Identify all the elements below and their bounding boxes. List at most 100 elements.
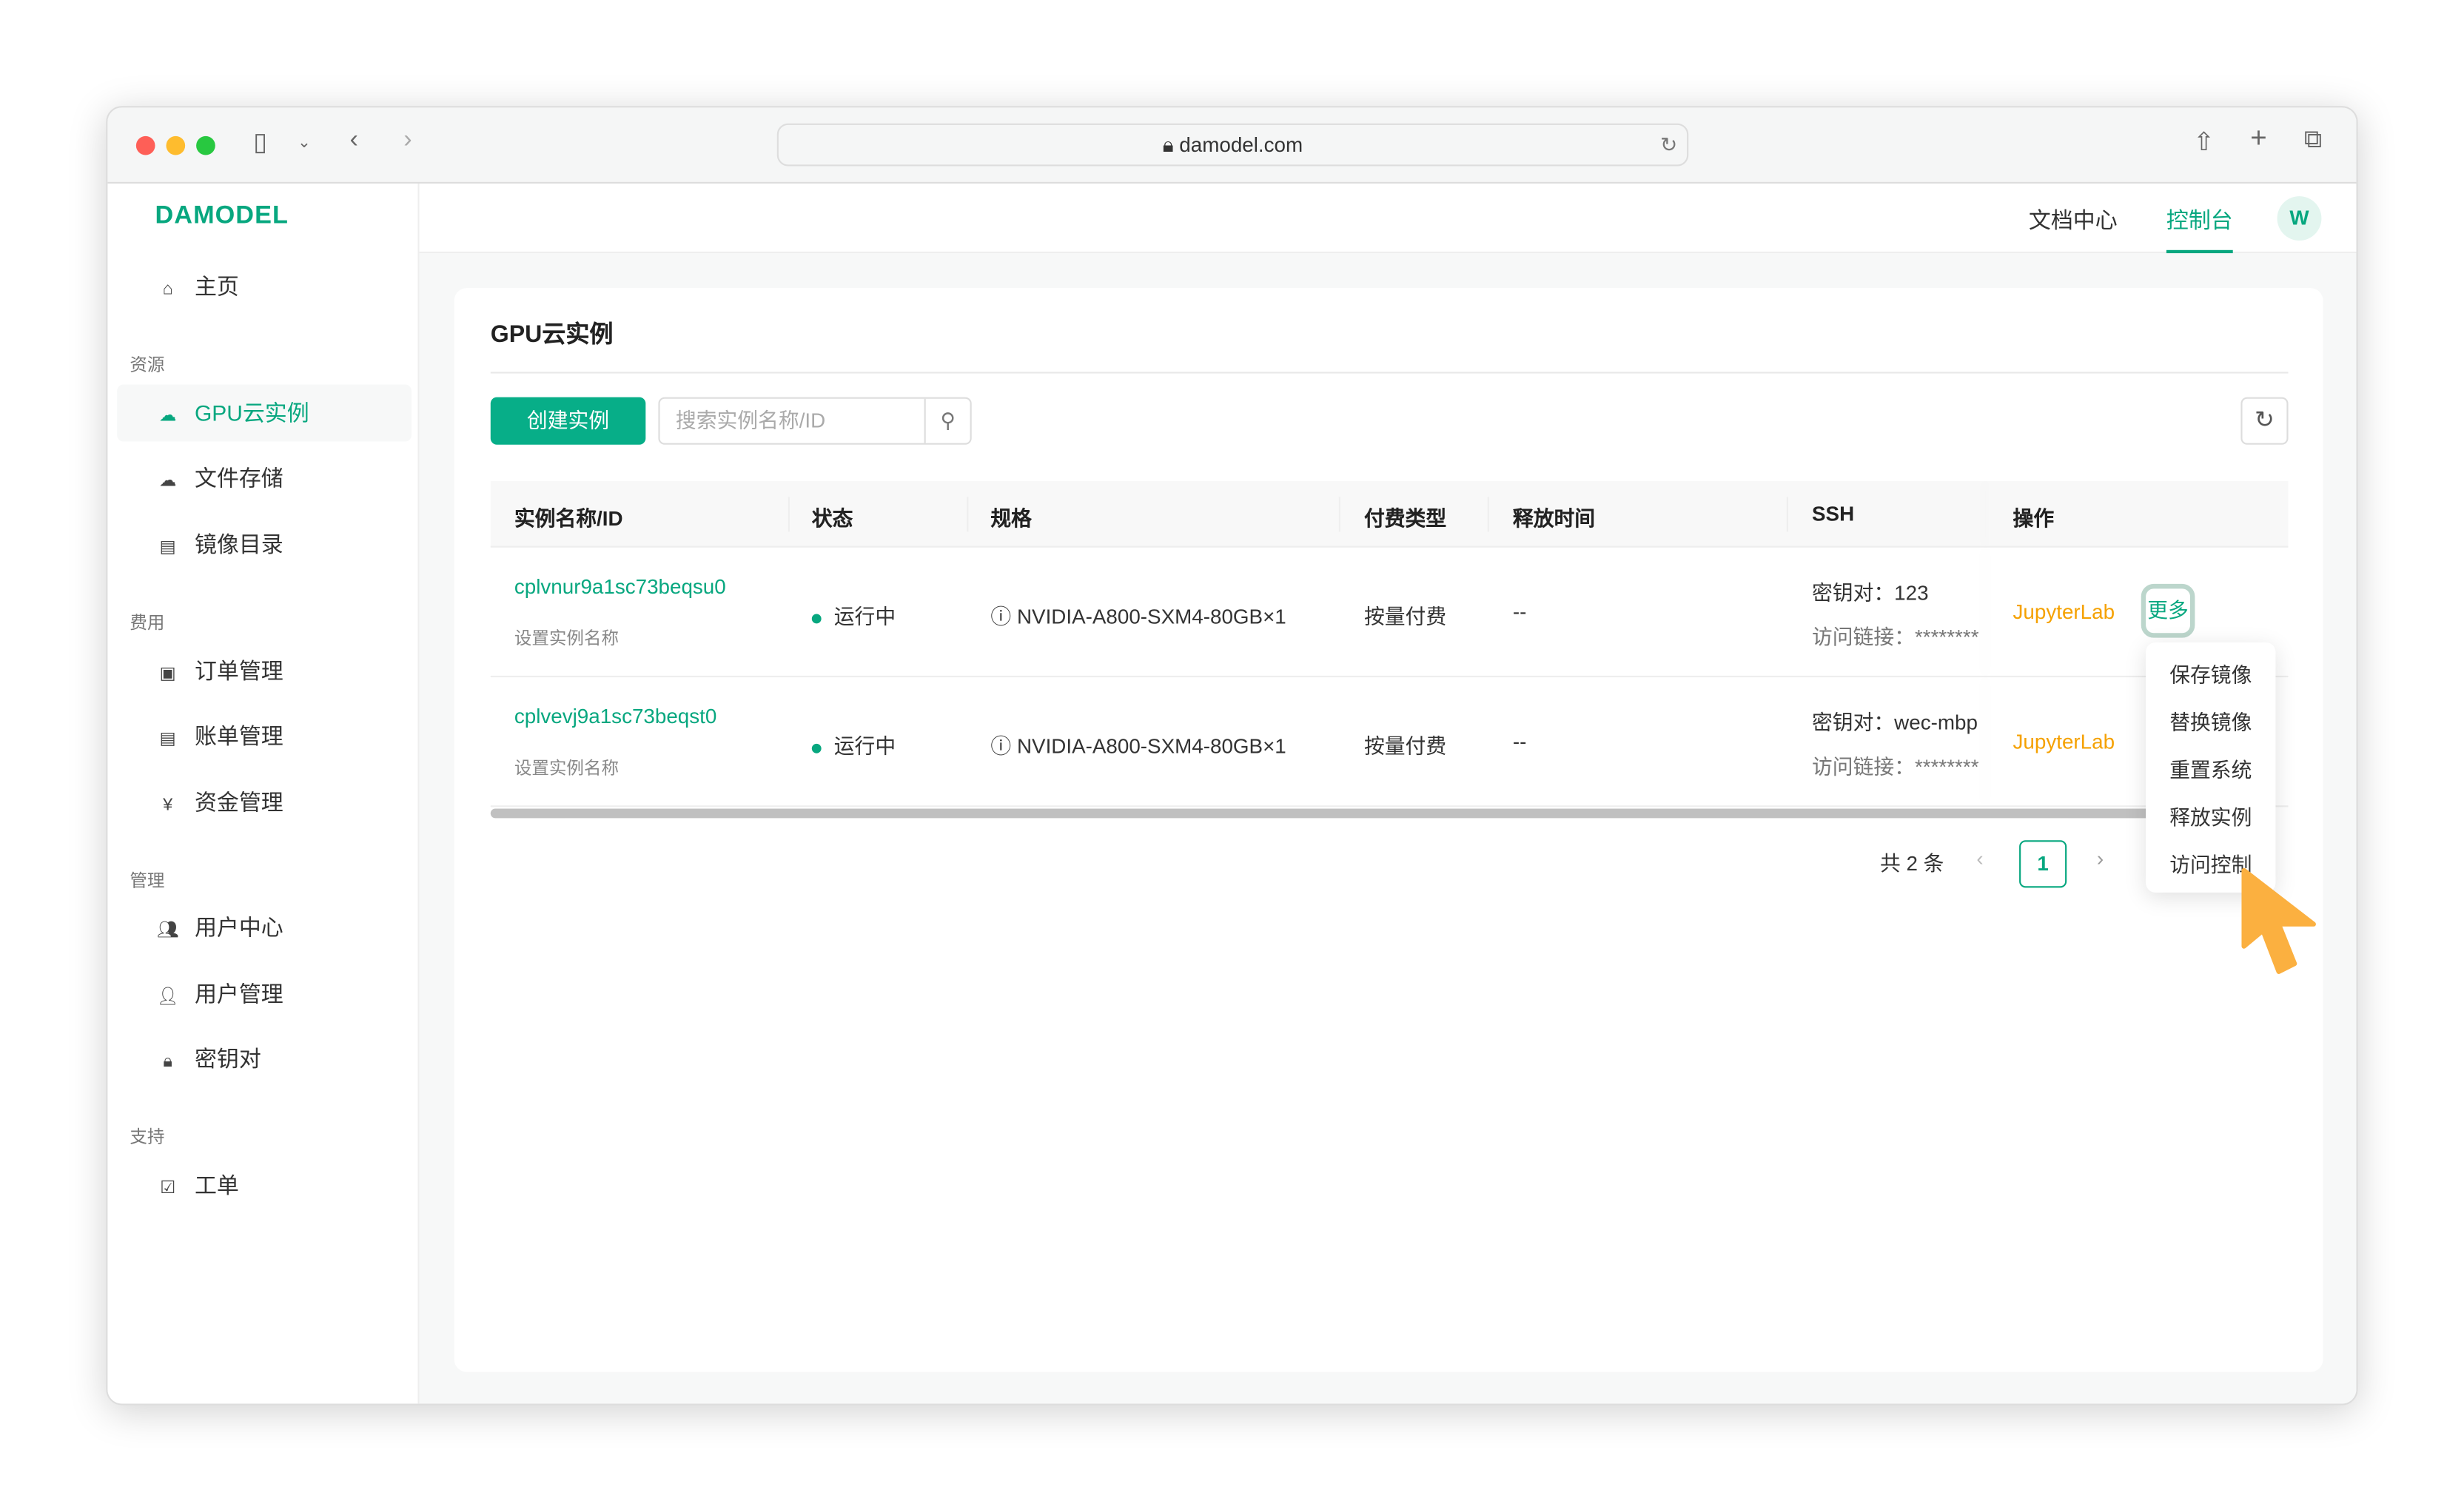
status-badge: 运行中 — [811, 600, 896, 630]
ssh-access-link[interactable]: 访问链接：******** — [1812, 750, 1989, 780]
jupyterlab-link[interactable]: JupyterLab — [2013, 730, 2115, 753]
menu-item-replace-image[interactable]: 替换镜像 — [2146, 699, 2275, 747]
sidebar-item-label: 用户中心 — [194, 914, 283, 940]
table-row: cplvnur9a1sc73beqsu0 设置实例名称 运行中 ⓘ NVIDIA… — [490, 548, 2289, 678]
column-header: 释放时间 — [1512, 506, 1596, 531]
spec-text: NVIDIA-A800-SXM4-80GB×1 — [1016, 604, 1286, 628]
billing-type: 按量付费 — [1363, 734, 1447, 759]
spec: ⓘ NVIDIA-A800-SXM4-80GB×1 — [990, 730, 1286, 760]
sidebar: DAMODEL ⌂ 主页 资源 ☁ GPU云实例 ☁ 文件存储 ▤ 镜像目录 费用 ▣ 订… — [107, 184, 420, 1404]
prev-page-button[interactable]: ‹ — [1976, 847, 1983, 870]
search-icon[interactable]: ⚲ — [924, 398, 970, 443]
fixed-column-shadow — [1989, 481, 1990, 546]
menu-item-release-instance[interactable]: 释放实例 — [2146, 794, 2275, 842]
sidebar-item-label: 工单 — [194, 1172, 239, 1198]
sidebar-item-label: 主页 — [194, 273, 239, 300]
bill-icon: ▤ — [159, 729, 176, 749]
column-header: 规格 — [990, 506, 1033, 531]
address-bar[interactable]: 🔒︎ damodel.com ↻ — [776, 123, 1689, 167]
reload-icon[interactable]: ↻ — [1660, 125, 1677, 164]
column-separator — [1487, 497, 1489, 532]
sidebar-item-user-center[interactable]: 👥︎ 用户中心 — [117, 899, 412, 956]
page-1-button[interactable]: 1 — [2019, 840, 2067, 888]
fixed-column-shadow — [1989, 677, 1990, 805]
forward-icon[interactable]: › — [403, 127, 412, 155]
nav-docs[interactable]: 文档中心 — [2029, 204, 2118, 236]
spec-text: NVIDIA-A800-SXM4-80GB×1 — [1016, 734, 1286, 759]
status-dot-icon — [811, 742, 822, 753]
create-instance-button[interactable]: 创建实例 — [490, 397, 646, 445]
spec: ⓘ NVIDIA-A800-SXM4-80GB×1 — [990, 600, 1286, 630]
avatar[interactable]: W — [2277, 196, 2322, 241]
search-placeholder: 搜索实例名称/ID — [675, 408, 826, 432]
instance-id-link[interactable]: cplvevj9a1sc73beqst0 — [514, 704, 716, 728]
main-area: 文档中心 控制台 W GPU云实例 创建实例 搜索实例名称/ID ⚲ ↻ 实例名称… — [419, 184, 2357, 1404]
table-row: cplvevj9a1sc73beqst0 设置实例名称 运行中 ⓘ NVIDIA… — [490, 677, 2289, 808]
close-window-button[interactable] — [135, 135, 155, 155]
status-badge: 运行中 — [811, 730, 896, 760]
sidebar-item-file-storage[interactable]: ☁ 文件存储 — [117, 449, 412, 506]
column-header: 状态 — [811, 506, 853, 531]
refresh-button[interactable]: ↻ — [2240, 397, 2289, 445]
sidebar-item-label: 镜像目录 — [194, 531, 283, 557]
browser-window: ▯ ⌄ ‹ › 🔒︎ damodel.com ↻ ⇧ + ⧉ DAMODEL ⌂ 主… — [106, 106, 2358, 1406]
jupyterlab-link[interactable]: JupyterLab — [2013, 600, 2115, 623]
column-separator — [788, 497, 790, 532]
minimize-window-button[interactable] — [166, 135, 186, 155]
info-icon[interactable]: ⓘ — [990, 605, 1011, 628]
status-dot-icon — [811, 613, 822, 623]
billing-type: 按量付费 — [1363, 604, 1447, 628]
sidebar-item-keypairs[interactable]: 🔒︎ 密钥对 — [117, 1030, 412, 1087]
sidebar-item-home[interactable]: ⌂ 主页 — [117, 258, 412, 315]
maximize-window-button[interactable] — [196, 135, 215, 155]
next-page-button[interactable]: › — [2097, 847, 2104, 870]
lock-icon: 🔒︎ — [1162, 132, 1180, 157]
sidebar-item-label: 用户管理 — [194, 981, 283, 1007]
checkbox-icon: ☑ — [160, 1178, 176, 1198]
ssh-keypair: 密钥对：wec-mbp — [1812, 710, 1978, 735]
set-name-link[interactable]: 设置实例名称 — [514, 625, 619, 651]
url-text: damodel.com — [1179, 132, 1303, 157]
cloud-gpu-icon: ☁ — [158, 406, 177, 426]
sidebar-item-user-management[interactable]: 👤︎ 用户管理 — [117, 965, 412, 1022]
cloud-upload-icon: ☁ — [158, 471, 177, 491]
order-icon: ▣ — [159, 664, 176, 684]
chevron-down-icon[interactable]: ⌄ — [298, 135, 311, 152]
sidebar-item-orders[interactable]: ▣ 订单管理 — [117, 642, 412, 699]
info-icon[interactable]: ⓘ — [990, 734, 1011, 758]
instances-card: GPU云实例 创建实例 搜索实例名称/ID ⚲ ↻ 实例名称/ID 状态 规格 付… — [454, 288, 2323, 1372]
lock-icon: 🔒︎ — [163, 1052, 172, 1072]
sidebar-item-bills[interactable]: ▤ 账单管理 — [117, 708, 412, 765]
sidebar-item-gpu-instances[interactable]: ☁ GPU云实例 — [117, 384, 412, 442]
sidebar-toggle-icon[interactable]: ▯ — [253, 127, 267, 158]
ssh-access-link[interactable]: 访问链接：******** — [1812, 620, 1989, 651]
group-label: 支持 — [130, 1128, 165, 1148]
sidebar-item-funds[interactable]: ¥ 资金管理 — [117, 773, 412, 830]
total-count: 共 2 条 — [1879, 851, 1944, 876]
sidebar-item-image-catalog[interactable]: ▤ 镜像目录 — [117, 516, 412, 573]
column-separator — [967, 497, 969, 532]
menu-item-save-image[interactable]: 保存镜像 — [2146, 652, 2275, 699]
users-icon: 👥︎ — [156, 921, 179, 940]
sidebar-item-label: GPU云实例 — [194, 400, 309, 426]
status-text: 运行中 — [833, 604, 896, 628]
search-input[interactable]: 搜索实例名称/ID ⚲ — [658, 397, 972, 445]
sidebar-item-label: 订单管理 — [194, 658, 283, 684]
release-time: -- — [1512, 729, 1527, 753]
instance-id-link[interactable]: cplvnur9a1sc73beqsu0 — [514, 574, 726, 598]
home-icon: ⌂ — [162, 280, 173, 300]
new-tab-icon[interactable]: + — [2250, 122, 2266, 155]
more-button[interactable]: 更多 — [2141, 583, 2195, 638]
tabs-overview-icon[interactable]: ⧉ — [2304, 127, 2322, 155]
nav-console[interactable]: 控制台 — [2166, 204, 2233, 254]
sidebar-item-tickets[interactable]: ☑ 工单 — [117, 1157, 412, 1214]
column-header: 实例名称/ID — [514, 506, 623, 531]
top-nav: 文档中心 控制台 W — [419, 184, 2357, 254]
menu-item-reset-system[interactable]: 重置系统 — [2146, 747, 2275, 794]
share-icon[interactable]: ⇧ — [2193, 127, 2215, 158]
set-name-link[interactable]: 设置实例名称 — [514, 755, 619, 780]
column-header: 操作 — [2013, 506, 2055, 531]
sidebar-item-label: 账单管理 — [194, 723, 283, 749]
back-icon[interactable]: ‹ — [349, 127, 357, 155]
horizontal-scrollbar[interactable] — [490, 808, 2152, 819]
